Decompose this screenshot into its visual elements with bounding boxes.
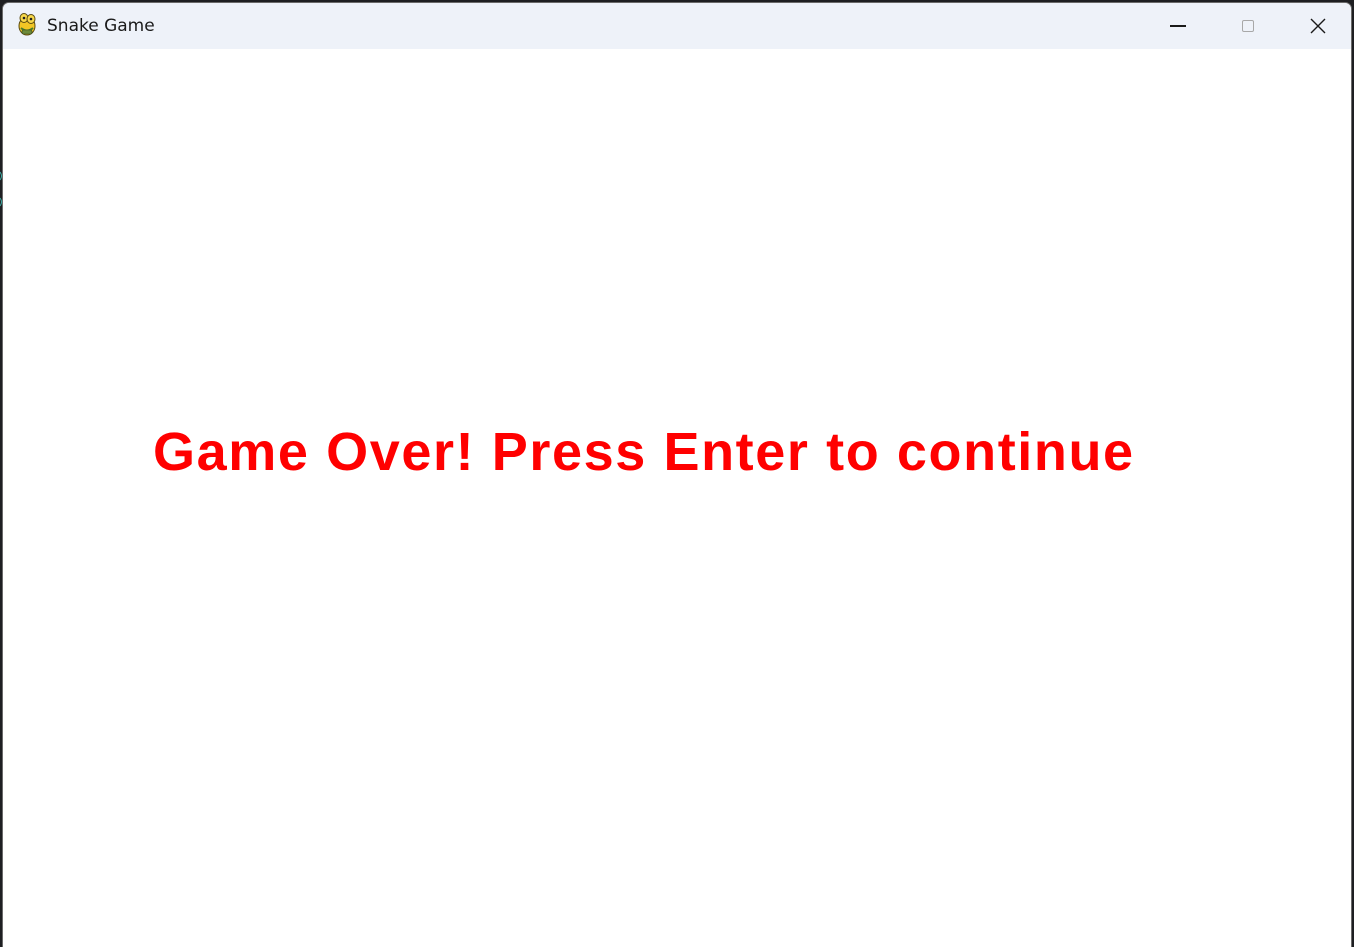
game-canvas[interactable]: Game Over! Press Enter to continue xyxy=(3,49,1351,947)
window-title: Snake Game xyxy=(47,16,155,36)
title-bar[interactable]: Snake Game xyxy=(3,3,1351,49)
maximize-button[interactable] xyxy=(1213,3,1283,49)
close-icon xyxy=(1310,18,1326,34)
game-window: Snake Game Game Over! Press Enter to con… xyxy=(2,2,1352,947)
minimize-button[interactable] xyxy=(1143,3,1213,49)
game-over-message: Game Over! Press Enter to continue xyxy=(153,422,1135,482)
pygame-snake-icon xyxy=(18,13,36,36)
maximize-icon xyxy=(1242,20,1254,32)
minimize-icon xyxy=(1170,25,1186,27)
close-button[interactable] xyxy=(1283,3,1351,49)
